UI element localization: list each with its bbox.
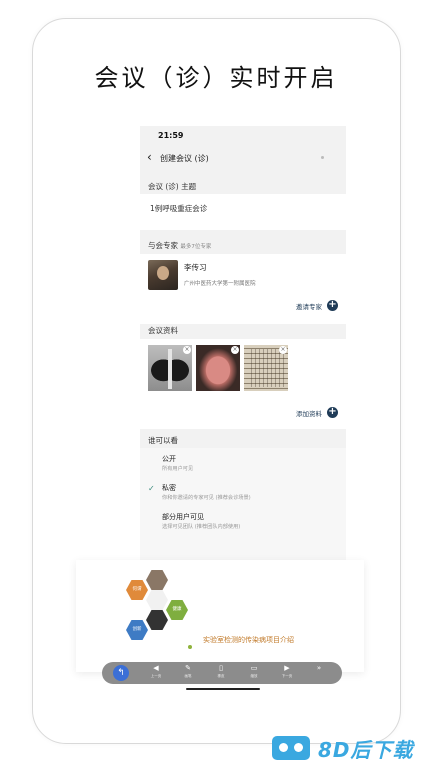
toolbar-prev[interactable]: ◀ 上一页: [145, 664, 167, 679]
remove-icon[interactable]: ×: [183, 346, 191, 354]
nav-bar: ‹ 创建会议 (诊): [140, 150, 346, 170]
toolbar-label: 上一页: [150, 674, 162, 678]
toolbar-label: 缩放: [250, 674, 258, 678]
material-image-tongue[interactable]: ×: [196, 345, 240, 391]
back-icon[interactable]: ‹: [147, 150, 152, 164]
home-indicator: [186, 688, 260, 690]
status-time: 21:59: [158, 131, 184, 140]
material-image-note[interactable]: ×: [244, 345, 288, 391]
presentation-slide: 何谓 健康 创新 实验室检测的传染病项目介绍: [76, 560, 364, 672]
hex-label: 创新: [126, 620, 148, 640]
topic-label: 会议 (诊) 主题: [148, 182, 197, 191]
visibility-label: 谁可以看: [148, 436, 178, 445]
toolbar-label: 画笔: [184, 674, 192, 678]
experts-label-text: 与会专家: [148, 241, 178, 250]
nav-title: 创建会议 (诊): [160, 154, 209, 163]
prev-icon: ◀: [153, 664, 159, 672]
materials-card: × × × 添加资料 +: [140, 339, 346, 429]
more-icon: »: [316, 664, 322, 672]
experts-card: 李传习 广州中医药大学第一附属医院 邀请专家 +: [140, 254, 346, 324]
topic-value: 1例呼吸重症会诊: [150, 204, 208, 213]
robot-logo-icon: [272, 736, 310, 760]
hex-label: 何谓: [126, 580, 148, 600]
hex-photo: [146, 570, 168, 590]
remove-icon[interactable]: ×: [279, 346, 287, 354]
experts-hint: 最多7位专家: [180, 244, 212, 250]
slide-title: 实验室检测的传染病项目介绍: [203, 636, 294, 644]
option-subtitle: 所有用户可见: [162, 466, 194, 472]
toolbar-eraser[interactable]: ▯ 橡皮: [210, 664, 232, 679]
pen-icon: ✎: [185, 664, 191, 672]
toolbar-label: 橡皮: [217, 674, 225, 678]
eraser-icon: ▯: [219, 664, 223, 672]
next-icon: ▶: [284, 664, 290, 672]
invite-expert-button[interactable]: 邀请专家 +: [296, 300, 338, 311]
hex-graphic: 何谓 健康 创新: [124, 570, 190, 640]
hex-dark: [146, 610, 168, 630]
option-title: 私密: [162, 484, 176, 492]
home-icon[interactable]: ↰: [113, 665, 129, 681]
toolbar-next[interactable]: ▶ 下一页: [276, 664, 298, 679]
option-subtitle: 你和你邀请的专家可见 (推荐会诊场景): [162, 495, 251, 501]
plus-icon: +: [327, 299, 338, 311]
remove-icon[interactable]: ×: [231, 346, 239, 354]
expert-name: 李传习: [184, 263, 207, 272]
materials-label: 会议资料: [148, 326, 178, 335]
app-screen: 21:59 ‹ 创建会议 (诊) 会议 (诊) 主题 1例呼吸重症会诊 与会专家…: [140, 126, 346, 564]
option-title: 公开: [162, 455, 176, 463]
option-title: 部分用户可见: [162, 513, 204, 521]
toolbar-more[interactable]: »: [308, 664, 330, 673]
topic-field[interactable]: 1例呼吸重症会诊: [140, 194, 346, 230]
add-material-button[interactable]: 添加资料 +: [296, 407, 338, 418]
check-icon: ✓: [148, 484, 155, 493]
option-subtitle: 选择可见团队 (推荐团队内部使用): [162, 524, 241, 530]
page-headline: 会议（诊）实时开启: [94, 64, 338, 92]
plus-icon: +: [327, 406, 338, 418]
watermark-text: 8D后下载: [318, 738, 414, 762]
invite-expert-label: 邀请专家: [296, 302, 322, 311]
visibility-options: 公开 所有用户可见 ✓ 私密 你和你邀请的专家可见 (推荐会诊场景) 部分用户可…: [140, 448, 346, 564]
add-material-label: 添加资料: [296, 409, 322, 418]
bullet-icon: [188, 645, 192, 649]
presentation-toolbar: ↰ ◀ 上一页 ✎ 画笔 ▯ 橡皮 ▭ 缩放 ▶ 下一页 »: [102, 662, 342, 684]
toolbar-label: 下一页: [281, 674, 293, 678]
toolbar-zoom[interactable]: ▭ 缩放: [243, 664, 265, 679]
expert-org: 广州中医药大学第一附属医院: [184, 281, 256, 287]
toolbar-pen[interactable]: ✎ 画笔: [177, 664, 199, 679]
hex-label: 健康: [166, 600, 188, 620]
experts-label: 与会专家 最多7位专家: [148, 240, 211, 251]
material-image-xray[interactable]: ×: [148, 345, 192, 391]
hex-plant: [146, 590, 168, 610]
fullscreen-icon: ▭: [250, 664, 258, 672]
avatar: [148, 260, 178, 290]
nav-dot: [321, 156, 324, 159]
